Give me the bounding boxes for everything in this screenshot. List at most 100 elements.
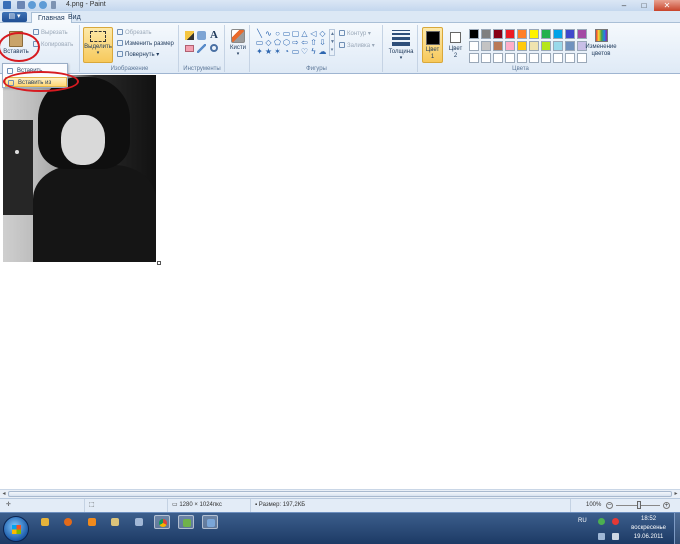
pencil-icon[interactable] [185, 31, 194, 40]
undo-icon[interactable] [28, 1, 36, 9]
shapes-gallery[interactable]: ╲ ∿ ○ ▭ ▢ △ ◁ ◇ ▭ ◇ ⬠ ⬡ ⇨ ⇦ ⇧ ⇩ ✦ ★ ✶ ◔ ▭ ♡ ϟ ☁ [255, 29, 327, 56]
color-swatch[interactable] [565, 41, 575, 51]
color-swatch[interactable] [553, 53, 563, 63]
shape-option[interactable]: ▭ [291, 47, 300, 56]
start-button[interactable] [3, 516, 29, 542]
color-swatch[interactable] [505, 29, 515, 39]
color-swatch[interactable] [517, 53, 527, 63]
shape-option[interactable]: ▢ [291, 29, 300, 38]
color-swatch[interactable] [541, 29, 551, 39]
shape-option[interactable]: ⇨ [291, 38, 300, 47]
taskbar-app-paint[interactable] [202, 515, 218, 529]
scrollbar-thumb[interactable] [8, 491, 672, 497]
taskbar-app-4[interactable] [131, 515, 147, 529]
shape-option[interactable]: ⬡ [282, 38, 291, 47]
save-icon[interactable] [17, 1, 25, 9]
canvas-resize-handle[interactable] [157, 261, 161, 265]
quick-access-dropdown-icon[interactable] [51, 1, 56, 9]
select-button[interactable]: Выделить ▾ [83, 27, 113, 63]
color2-button[interactable]: Цвет 2 [446, 27, 465, 63]
color-swatch[interactable] [529, 53, 539, 63]
text-tool-icon[interactable]: A [210, 29, 218, 41]
drawing-canvas[interactable] [0, 75, 680, 489]
shape-option[interactable]: ⇩ [318, 38, 327, 47]
shape-option[interactable]: ✶ [273, 47, 282, 56]
tray-icon-red[interactable] [612, 518, 619, 525]
color-picker-icon[interactable] [197, 44, 206, 53]
crop-button[interactable]: Обрезать [117, 29, 151, 37]
pasted-photo[interactable] [3, 75, 156, 262]
color-swatch[interactable] [553, 41, 563, 51]
taskbar-app-1[interactable] [37, 515, 53, 529]
fill-button[interactable]: Заливка ▾ [339, 42, 375, 50]
tab-view[interactable]: Вид [62, 12, 87, 23]
show-desktop-button[interactable] [674, 513, 680, 544]
shape-option[interactable]: ▭ [282, 29, 291, 38]
shape-option[interactable]: ▭ [255, 38, 264, 47]
brushes-button[interactable]: Кисти ▾ [228, 27, 248, 63]
zoom-out-icon[interactable]: – [606, 502, 613, 509]
shape-option[interactable]: ╲ [255, 29, 264, 38]
resize-button[interactable]: Изменить размер [117, 40, 174, 48]
color-swatch[interactable] [517, 41, 527, 51]
shape-option[interactable]: ⇦ [300, 38, 309, 47]
color-swatch[interactable] [481, 29, 491, 39]
color-swatch[interactable] [469, 41, 479, 51]
fill-bucket-icon[interactable] [197, 31, 206, 40]
close-button[interactable]: ✕ [654, 0, 680, 11]
shape-option[interactable]: ◇ [318, 29, 327, 38]
minimize-button[interactable]: – [614, 0, 634, 11]
color-swatch[interactable] [493, 53, 503, 63]
size-button[interactable]: Толщина ▾ [387, 27, 415, 63]
color-swatch[interactable] [505, 53, 515, 63]
color-swatch[interactable] [493, 41, 503, 51]
color-swatch[interactable] [565, 29, 575, 39]
shapes-scroll-icon[interactable]: ▲ ▼ ▾ [329, 29, 335, 56]
taskbar-app-explorer[interactable] [107, 515, 123, 529]
edit-colors-button[interactable]: Изменение цветов [584, 27, 618, 63]
color-palette[interactable] [469, 29, 588, 64]
color-swatch[interactable] [565, 53, 575, 63]
taskbar-app-6[interactable] [178, 515, 194, 529]
shape-option[interactable]: ⇧ [309, 38, 318, 47]
shape-option[interactable]: ◇ [264, 38, 273, 47]
shape-option[interactable]: ◔ [282, 47, 291, 56]
color-swatch[interactable] [517, 29, 527, 39]
color1-button[interactable]: Цвет 1 [422, 27, 443, 63]
clock[interactable]: 18:52 воскресенье 19.06.2011 [631, 515, 666, 542]
color-swatch[interactable] [553, 29, 563, 39]
color-swatch[interactable] [493, 29, 503, 39]
scroll-left-icon[interactable]: ◂ [0, 490, 8, 498]
color-swatch[interactable] [505, 41, 515, 51]
magnifier-icon[interactable] [210, 44, 218, 52]
shape-option[interactable]: ✦ [255, 47, 264, 56]
zoom-in-icon[interactable]: + [663, 502, 670, 509]
color-swatch[interactable] [481, 53, 491, 63]
shape-option[interactable]: ★ [264, 47, 273, 56]
language-indicator[interactable]: RU [578, 518, 587, 524]
taskbar-app-firefox[interactable] [60, 515, 76, 529]
maximize-button[interactable]: □ [634, 0, 654, 11]
shape-option[interactable]: ○ [273, 29, 282, 38]
color-swatch[interactable] [529, 41, 539, 51]
shape-option[interactable]: ♡ [300, 47, 309, 56]
rotate-button[interactable]: Повернуть ▾ [117, 51, 159, 59]
horizontal-scrollbar[interactable]: ◂ ▸ [0, 489, 680, 498]
shape-option[interactable]: ☁ [318, 47, 327, 56]
tray-icon-green[interactable] [598, 518, 605, 525]
redo-icon[interactable] [39, 1, 47, 9]
color-swatch[interactable] [469, 29, 479, 39]
outline-button[interactable]: Контур ▾ [339, 30, 371, 38]
color-swatch[interactable] [541, 41, 551, 51]
network-icon[interactable] [598, 533, 605, 540]
shape-option[interactable]: ϟ [309, 47, 318, 56]
shape-option[interactable]: ⬠ [273, 38, 282, 47]
shape-option[interactable]: ∿ [264, 29, 273, 38]
color-swatch[interactable] [469, 53, 479, 63]
scroll-right-icon[interactable]: ▸ [672, 490, 680, 498]
color-swatch[interactable] [541, 53, 551, 63]
color-swatch[interactable] [481, 41, 491, 51]
taskbar-app-chrome[interactable] [154, 515, 170, 529]
paint-menu-button[interactable]: ▤ ▾ [2, 12, 27, 22]
color-swatch[interactable] [529, 29, 539, 39]
